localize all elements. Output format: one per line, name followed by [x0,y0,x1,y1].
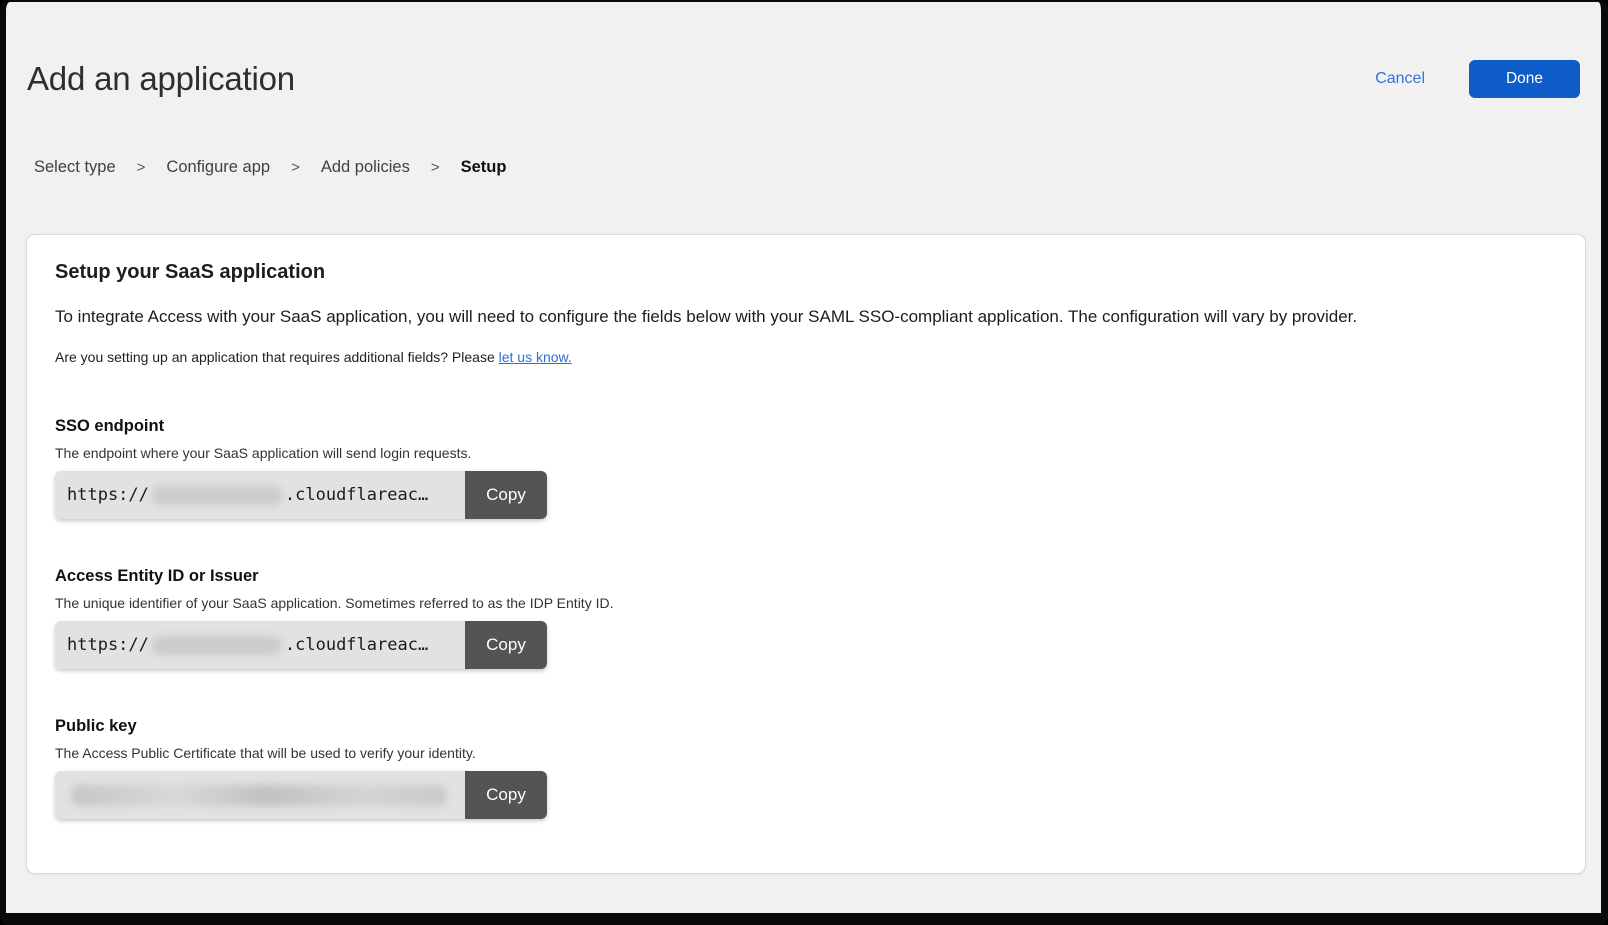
breadcrumb-step-setup-current: Setup [461,158,507,177]
field-group-entity-id: Access Entity ID or Issuer The unique id… [55,567,1557,669]
card-title: Setup your SaaS application [55,261,1557,284]
top-bar: Add an application Cancel Done [21,60,1580,98]
cancel-button[interactable]: Cancel [1375,70,1425,88]
page-title: Add an application [27,60,295,98]
field-label: SSO endpoint [55,417,1557,436]
field-group-sso-endpoint: SSO endpoint The endpoint where your Saa… [55,417,1557,519]
redacted-value-blur [71,785,447,806]
value-suffix: .cloudflareac… [285,485,428,505]
breadcrumb-separator: > [291,159,300,176]
setup-card: Setup your SaaS application To integrate… [26,234,1586,874]
value-prefix: https:// [67,635,149,655]
entity-id-value: https:// .cloudflareac… [55,621,465,669]
let-us-know-link[interactable]: let us know. [499,349,572,365]
value-suffix: .cloudflareac… [285,635,428,655]
field-description: The Access Public Certificate that will … [55,745,1557,761]
field-description: The unique identifier of your SaaS appli… [55,595,1557,611]
note-text: Are you setting up an application that r… [55,349,499,365]
breadcrumb-separator: > [137,159,146,176]
redacted-value-blur [152,486,282,505]
field-group-public-key: Public key The Access Public Certificate… [55,717,1557,819]
sso-endpoint-value: https:// .cloudflareac… [55,471,465,519]
card-intro-text: To integrate Access with your SaaS appli… [55,306,1557,328]
redacted-value-blur [152,636,282,655]
sso-endpoint-copy-row: https:// .cloudflareac… Copy [55,471,547,519]
header-actions: Cancel Done [1375,60,1580,98]
copy-button-public-key[interactable]: Copy [465,771,547,819]
card-note: Are you setting up an application that r… [55,349,1557,365]
entity-id-copy-row: https:// .cloudflareac… Copy [55,621,547,669]
breadcrumb-separator: > [431,159,440,176]
window-frame: Add an application Cancel Done Select ty… [0,0,1608,925]
done-button[interactable]: Done [1469,60,1580,98]
breadcrumb-step-select-type[interactable]: Select type [34,158,116,177]
public-key-value [55,771,465,819]
page: Add an application Cancel Done Select ty… [6,60,1601,874]
breadcrumb: Select type > Configure app > Add polici… [21,158,1580,177]
copy-button-sso-endpoint[interactable]: Copy [465,471,547,519]
field-description: The endpoint where your SaaS application… [55,445,1557,461]
breadcrumb-step-add-policies[interactable]: Add policies [321,158,410,177]
value-prefix: https:// [67,485,149,505]
breadcrumb-step-configure-app[interactable]: Configure app [166,158,270,177]
public-key-copy-row: Copy [55,771,547,819]
field-label: Access Entity ID or Issuer [55,567,1557,586]
field-label: Public key [55,717,1557,736]
copy-button-entity-id[interactable]: Copy [465,621,547,669]
